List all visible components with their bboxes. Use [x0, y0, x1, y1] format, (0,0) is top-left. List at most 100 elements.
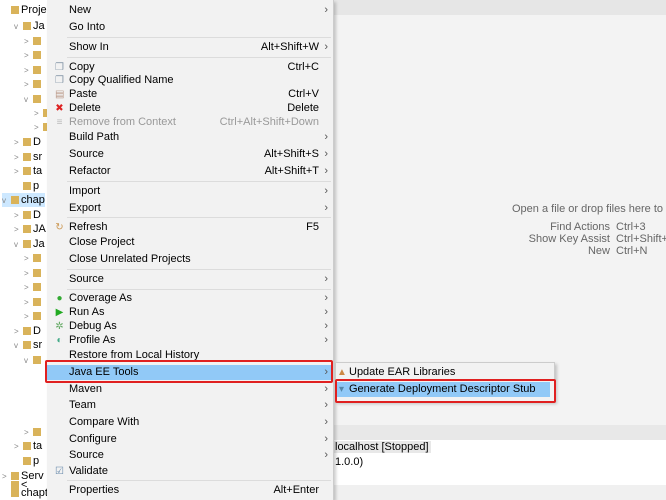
tree-item[interactable]: p [14, 454, 39, 468]
tree-item[interactable]: p [14, 179, 39, 193]
chevron-right-icon[interactable]: > [34, 107, 43, 121]
menu-item-import[interactable]: Import › [47, 184, 333, 199]
tree-item-label: Ja [33, 20, 45, 32]
tree-item[interactable]: > D [14, 324, 41, 338]
tree-item[interactable]: > [24, 77, 43, 91]
tree-item[interactable]: > [24, 295, 43, 309]
chevron-down-icon[interactable]: v [14, 339, 23, 353]
tree-item-label: ta [33, 165, 43, 177]
tree-item[interactable]: v chap [2, 193, 45, 207]
menu-item-delete[interactable]: ✖ Delete Delete [47, 101, 333, 116]
menu-item-export[interactable]: Export › [47, 201, 333, 216]
menu-item-validate[interactable]: ☑ Validate [47, 464, 333, 479]
chevron-right-icon[interactable]: > [14, 223, 23, 237]
tree-item[interactable]: > D [14, 208, 41, 222]
chevron-right-icon[interactable]: > [24, 296, 33, 310]
menu-item-go-into[interactable]: Go Into [47, 20, 333, 35]
chevron-right-icon[interactable]: > [24, 78, 33, 92]
menu-item-update-ear-libraries[interactable]: ▲ Update EAR Libraries [336, 365, 550, 380]
chevron-right-icon[interactable]: > [24, 281, 33, 295]
chevron-right-icon[interactable]: > [24, 35, 33, 49]
menu-item-coverage-as[interactable]: ● Coverage As › [47, 291, 333, 306]
tree-item[interactable]: > [34, 106, 47, 120]
menu-item-refactor[interactable]: Refactor Alt+Shift+T › [47, 164, 333, 179]
menu-item-compare-with[interactable]: Compare With › [47, 415, 333, 430]
tree-item[interactable]: > [24, 48, 43, 62]
tree-item[interactable]: > [24, 34, 43, 48]
chevron-right-icon[interactable]: > [14, 151, 23, 165]
menu-item-source[interactable]: Source › [47, 272, 333, 287]
folder-icon [23, 457, 31, 466]
tree-item[interactable]: chapte [2, 486, 47, 500]
menu-item-label: New [69, 4, 92, 16]
tree-item[interactable]: > ta [14, 164, 42, 178]
chevron-down-icon[interactable]: v [2, 194, 11, 208]
menu-item-label: Update EAR Libraries [349, 366, 456, 378]
tree-item[interactable]: Project [2, 3, 47, 17]
tree-item[interactable]: > [24, 425, 43, 439]
chevron-right-icon[interactable]: > [24, 252, 33, 266]
chevron-right-icon[interactable]: > [24, 64, 33, 78]
chevron-down-icon[interactable]: v [14, 20, 23, 34]
menu-item-maven[interactable]: Maven › [47, 382, 333, 397]
chevron-right-icon[interactable]: > [14, 165, 23, 179]
chevron-right-icon[interactable]: > [24, 49, 33, 63]
chevron-right-icon[interactable]: > [24, 267, 33, 281]
chevron-right-icon[interactable]: > [34, 121, 43, 135]
chevron-right-icon[interactable]: > [14, 209, 23, 223]
tree-item[interactable]: > JA [14, 222, 46, 236]
menu-item-team[interactable]: Team › [47, 398, 333, 413]
tree-item[interactable]: > D [14, 135, 41, 149]
menu-separator [67, 57, 331, 58]
menu-item-properties[interactable]: Properties Alt+Enter [47, 483, 333, 498]
menu-item-close-project[interactable]: Close Project [47, 235, 333, 250]
menu-item-configure[interactable]: Configure › [47, 432, 333, 447]
menu-item-paste[interactable]: ▤ Paste Ctrl+V [47, 87, 333, 102]
chevron-right-icon[interactable]: > [14, 136, 23, 150]
menu-item-label: Debug As [69, 320, 117, 332]
tree-item[interactable]: v sr [14, 338, 42, 352]
tree-item[interactable]: > [24, 309, 43, 323]
project-explorer-tree: ProjectvJa>>>>v>>>D>sr>tapvchap>D>JAvJa>… [0, 0, 47, 500]
server-entry[interactable]: localhost [Stopped] [333, 441, 431, 453]
tree-item[interactable]: v [24, 92, 43, 106]
menu-item-label: Remove from Context [69, 116, 176, 128]
chevron-right-icon[interactable]: > [14, 440, 23, 454]
menu-separator [67, 269, 331, 270]
chevron-right-icon[interactable]: > [14, 325, 23, 339]
tree-item[interactable]: v Ja [14, 237, 45, 251]
menu-item-debug-as[interactable]: ✲ Debug As › [47, 319, 333, 334]
chevron-down-icon[interactable]: v [24, 93, 33, 107]
tree-item[interactable]: v Ja [14, 19, 45, 33]
menu-item-show-in[interactable]: Show In Alt+Shift+W › [47, 40, 333, 55]
chevron-down-icon[interactable]: v [14, 238, 23, 252]
menu-item-source[interactable]: Source › [47, 448, 333, 463]
new-label: New [587, 245, 610, 257]
folder-icon [23, 327, 31, 336]
tree-item[interactable]: > ta [14, 439, 42, 453]
menu-item-build-path[interactable]: Build Path › [47, 130, 333, 145]
tree-item[interactable]: > [24, 63, 43, 77]
menu-item-copy-qualified-name[interactable]: ❐ Copy Qualified Name [47, 73, 333, 88]
server-module[interactable]: 1.0.0) [335, 456, 363, 468]
tree-item[interactable]: > sr [14, 150, 42, 164]
chevron-right-icon[interactable]: > [24, 310, 33, 324]
tree-item[interactable]: > [24, 280, 43, 294]
menu-item-remove-from-context[interactable]: ≡ Remove from Context Ctrl+Alt+Shift+Down [47, 115, 333, 130]
tree-item[interactable]: > [24, 251, 43, 265]
menu-item-refresh[interactable]: ↻ Refresh F5 [47, 220, 333, 235]
folder-icon [23, 182, 31, 191]
chevron-right-icon[interactable]: > [24, 426, 33, 440]
tree-item[interactable]: > [24, 266, 43, 280]
menu-item-source[interactable]: Source Alt+Shift+S › [47, 147, 333, 162]
tree-item[interactable]: v [24, 353, 43, 367]
menu-item-new[interactable]: New › [47, 3, 333, 18]
chevron-down-icon[interactable]: v [24, 354, 33, 368]
menu-item-close-unrelated-projects[interactable]: Close Unrelated Projects [47, 252, 333, 267]
menu-item-profile-as[interactable]: ◐ Profile As › [47, 333, 333, 348]
menu-item-shortcut: Ctrl+Alt+Shift+Down [219, 116, 319, 128]
chevron-right-icon: › [324, 185, 328, 197]
tree-item[interactable]: > [34, 120, 47, 134]
menu-item-run-as[interactable]: ▶ Run As › [47, 305, 333, 320]
folder-icon [23, 211, 31, 220]
